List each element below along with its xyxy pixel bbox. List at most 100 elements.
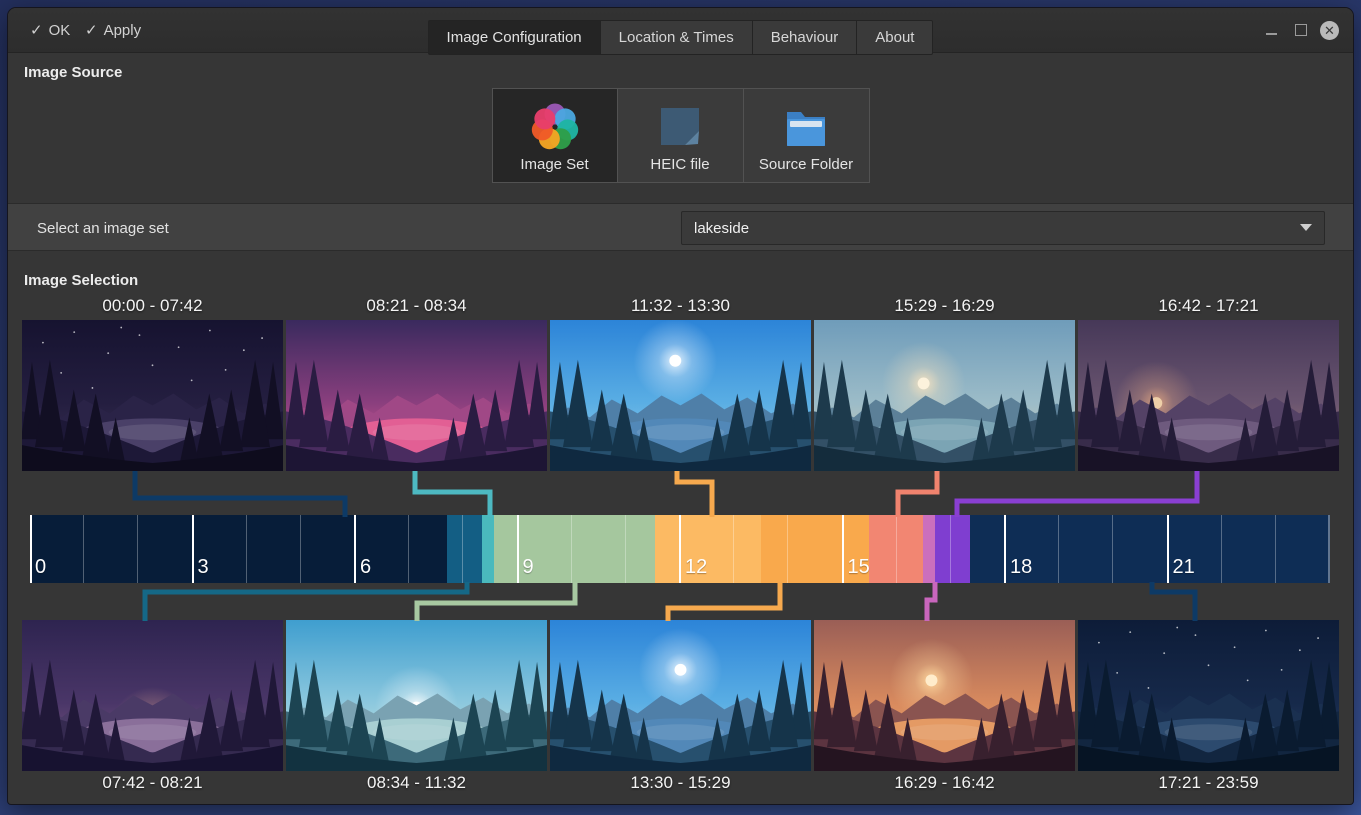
connector-line <box>145 582 467 621</box>
timeline-hour-tick <box>300 515 301 583</box>
image-selection-heading: Image Selection <box>24 272 138 289</box>
heic-file-button[interactable]: HEIC file <box>618 88 744 183</box>
timeline-hour-label: 15 <box>848 556 870 579</box>
connector-line <box>957 471 1197 517</box>
image-thumbnail[interactable] <box>550 620 811 771</box>
tab-behaviour[interactable]: Behaviour <box>753 20 858 55</box>
connector-line <box>898 471 937 517</box>
timeline-hour-tick <box>1167 515 1169 583</box>
connector-line <box>135 471 345 517</box>
thumbnail-time-label: 16:42 - 17:21 <box>1078 296 1339 316</box>
minimize-icon <box>1266 33 1277 35</box>
image-set-button-label: Image Set <box>520 156 588 173</box>
source-folder-button-label: Source Folder <box>759 156 853 173</box>
timeline-hour-tick <box>83 515 84 583</box>
timeline-hour-tick <box>137 515 138 583</box>
image-set-flower-icon <box>531 103 579 151</box>
chevron-down-icon <box>1300 224 1312 231</box>
thumbnail-time-label: 07:42 - 08:21 <box>22 773 283 793</box>
image-set-picker-row: Select an image set lakeside <box>8 203 1353 251</box>
timeline-segment <box>30 515 447 583</box>
timeline-hour-tick <box>1058 515 1059 583</box>
timeline-hour-tick <box>950 515 951 583</box>
window-controls: ✕ <box>1262 8 1339 52</box>
timeline-hour-tick <box>842 515 844 583</box>
titlebar: ✓ OK ✓ Apply Image Configuration Locatio… <box>8 8 1353 53</box>
source-mode-group: Image Set HEIC file Source Folder <box>492 88 870 183</box>
connector-line <box>1152 582 1195 621</box>
heic-file-icon <box>656 103 704 151</box>
image-thumbnail[interactable] <box>1078 320 1339 471</box>
image-set-dropdown-value: lakeside <box>694 220 749 237</box>
bottom-time-labels: 07:42 - 08:2108:34 - 11:3213:30 - 15:291… <box>22 773 1339 793</box>
day-timeline: 036912151821 <box>30 515 1330 583</box>
image-set-dropdown[interactable]: lakeside <box>681 211 1325 245</box>
timeline-hour-label: 3 <box>198 556 209 579</box>
connector-line <box>668 582 780 621</box>
thumbnail-time-label: 13:30 - 15:29 <box>550 773 811 793</box>
timeline-hour-tick <box>408 515 409 583</box>
timeline-hour-tick <box>571 515 572 583</box>
timeline-hour-tick <box>733 515 734 583</box>
timeline-hour-tick <box>679 515 681 583</box>
app-window: ✓ OK ✓ Apply Image Configuration Locatio… <box>8 8 1353 804</box>
maximize-icon <box>1295 24 1307 36</box>
connector-line <box>677 471 712 517</box>
timeline-hour-tick <box>625 515 626 583</box>
thumbnail-time-label: 08:34 - 11:32 <box>286 773 547 793</box>
timeline-segment <box>447 515 482 583</box>
close-button[interactable]: ✕ <box>1320 21 1339 40</box>
top-time-labels: 00:00 - 07:4208:21 - 08:3411:32 - 13:301… <box>22 296 1339 316</box>
heic-file-button-label: HEIC file <box>650 156 709 173</box>
thumbnail-time-label: 00:00 - 07:42 <box>22 296 283 316</box>
maximize-button[interactable] <box>1291 21 1310 40</box>
tab-about[interactable]: About <box>857 20 933 55</box>
timeline-hour-tick <box>1221 515 1222 583</box>
close-icon: ✕ <box>1324 24 1335 37</box>
timeline-hour-label: 9 <box>523 556 534 579</box>
connector-line <box>417 582 575 621</box>
tab-image-configuration[interactable]: Image Configuration <box>428 20 601 55</box>
minimize-button[interactable] <box>1262 21 1281 40</box>
timeline-hour-label: 12 <box>685 556 707 579</box>
timeline-hour-tick <box>1004 515 1006 583</box>
timeline-hour-tick <box>787 515 788 583</box>
thumbnail-time-label: 08:21 - 08:34 <box>286 296 547 316</box>
timeline-hour-tick <box>1112 515 1113 583</box>
image-thumbnail[interactable] <box>22 620 283 771</box>
top-thumbnail-row <box>22 320 1339 471</box>
timeline-hour-tick <box>896 515 897 583</box>
image-set-picker-label: Select an image set <box>37 204 169 252</box>
timeline-segment <box>482 515 494 583</box>
image-thumbnail[interactable] <box>814 620 1075 771</box>
source-folder-icon <box>782 103 830 151</box>
timeline-hour-tick <box>462 515 463 583</box>
timeline-hour-tick <box>517 515 519 583</box>
thumbnail-time-label: 15:29 - 16:29 <box>814 296 1075 316</box>
timeline-segment <box>935 515 970 583</box>
timeline-hour-tick <box>354 515 356 583</box>
timeline-segment <box>655 515 762 583</box>
timeline-hour-label: 21 <box>1173 556 1195 579</box>
tab-bar: Image Configuration Location & Times Beh… <box>8 20 1353 53</box>
image-source-heading: Image Source <box>24 64 122 81</box>
source-folder-button[interactable]: Source Folder <box>744 88 870 183</box>
tab-location-times[interactable]: Location & Times <box>601 20 753 55</box>
image-set-button[interactable]: Image Set <box>492 88 618 183</box>
thumbnail-time-label: 16:29 - 16:42 <box>814 773 1075 793</box>
timeline-hour-tick <box>1275 515 1276 583</box>
thumbnail-time-label: 11:32 - 13:30 <box>550 296 811 316</box>
timeline-hour-label: 6 <box>360 556 371 579</box>
bottom-thumbnail-row <box>22 620 1339 771</box>
image-thumbnail[interactable] <box>1078 620 1339 771</box>
image-thumbnail[interactable] <box>550 320 811 471</box>
timeline-hour-tick <box>192 515 194 583</box>
image-thumbnail[interactable] <box>286 320 547 471</box>
image-thumbnail[interactable] <box>22 320 283 471</box>
timeline-edge <box>1328 515 1330 583</box>
timeline-hour-tick <box>246 515 247 583</box>
timeline-hour-label: 18 <box>1010 556 1032 579</box>
timeline-segment <box>923 515 935 583</box>
image-thumbnail[interactable] <box>814 320 1075 471</box>
image-thumbnail[interactable] <box>286 620 547 771</box>
